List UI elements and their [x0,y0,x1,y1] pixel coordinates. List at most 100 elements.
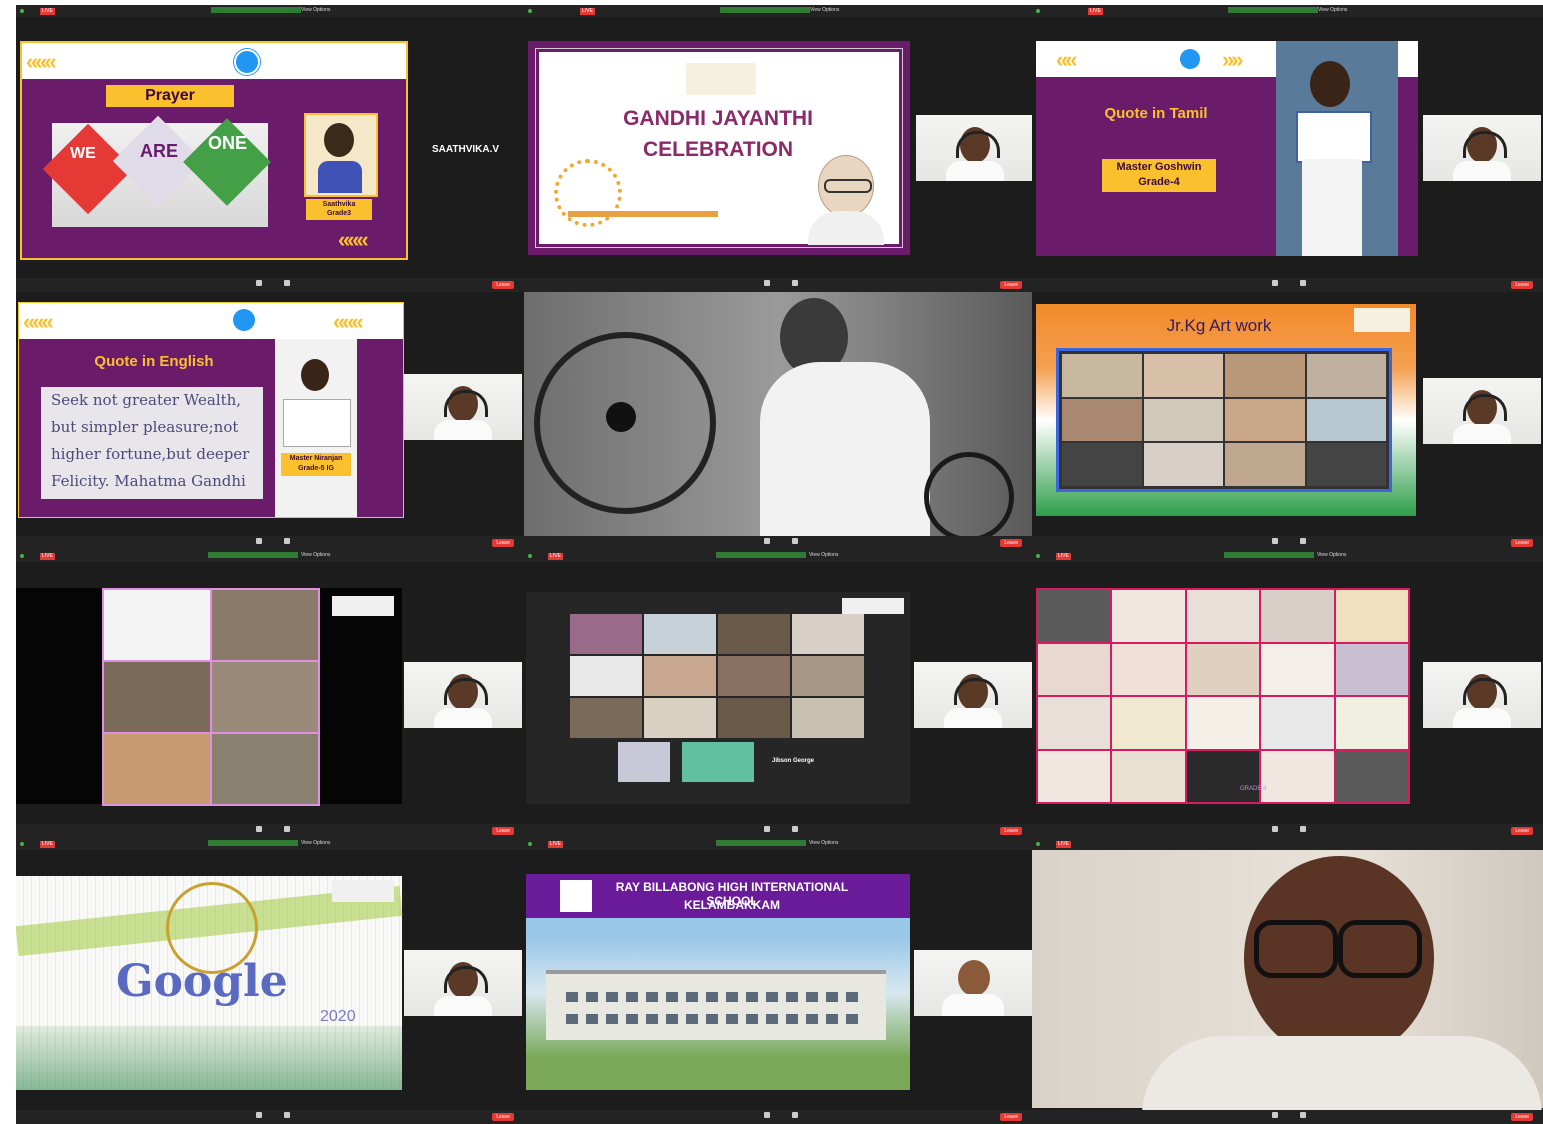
artwork-gallery [1056,348,1392,492]
student-name: Master Goshwin [1116,161,1202,173]
bottom-bar: Leave [16,824,524,838]
bottom-bar: Leave [524,1110,1032,1124]
chevron-right-icon: ««« [338,227,369,252]
student-caption: Master Goshwin Grade-4 [1102,159,1216,192]
participant-collage [102,588,320,806]
top-bar: LIVE View Options [524,550,1032,562]
view-options[interactable]: View Options [1317,552,1346,558]
student-caption: Master Niranjan Grade-5 IG [281,453,351,476]
view-options[interactable]: View Options [301,840,330,846]
bottom-bar: Leave [16,1110,524,1124]
doodle-word: Google [116,956,288,1007]
school-logo [332,596,394,616]
school-logo [1354,308,1410,332]
english-slide: ««« ««« Quote in English Seek not greate… [18,302,404,518]
leave-button[interactable]: Leave [1000,827,1022,835]
view-options[interactable]: View Options [301,552,330,558]
tile-artwork: Jr.Kg Art work Leave [1032,292,1543,550]
participant-camera [404,374,522,440]
tile-school: LIVE View Options RAY BILLABONG HIGH INT… [524,838,1032,1124]
leave-button[interactable]: Leave [1000,281,1022,289]
leave-button[interactable]: Leave [492,1113,514,1121]
participant-camera [914,950,1032,1016]
top-bar: LIVE View Options [524,838,1032,850]
bottom-bar: Leave [524,536,1032,550]
kites-image: WE ARE ONE [42,115,271,227]
tile-gandhi-jayanthi: LIVE View Options GANDHI JAYANTHI CELEBR… [524,5,1032,292]
artwork-slide: Jr.Kg Art work [1036,304,1416,516]
leave-button[interactable]: Leave [1511,827,1533,835]
participant-camera [404,950,522,1016]
tamil-title: Quote in Tamil [1104,105,1208,122]
participant-label: Jibson George [772,758,815,764]
leave-button[interactable]: Leave [1511,539,1533,547]
student-grade: Grade3 [326,210,352,217]
quote-line: Felicity. Mahatma Gandhi [51,472,246,490]
chevron-left-icon: ««« [26,49,57,74]
school-logo [842,598,904,614]
view-options[interactable]: View Options [301,7,330,13]
gandhi-slide: GANDHI JAYANTHI CELEBRATION [528,41,910,255]
school-logo [560,880,592,912]
bottom-bar: Leave [1032,824,1543,838]
view-options[interactable]: View Options [1318,7,1347,13]
view-options[interactable]: View Options [810,7,839,13]
school-logo [233,309,255,331]
tile-gallery-view: LIVE View Options Jibson George Leave [524,550,1032,838]
kite-word-one: ONE [208,133,248,153]
chevron-left-icon: ««« [23,309,54,334]
participant-camera [1423,662,1541,728]
top-bar: LIVE View Options [1032,550,1543,562]
leave-button[interactable]: Leave [492,827,514,835]
english-title: Quote in English [94,353,214,370]
tile-prayer: LIVE View Options ««« Prayer WE ARE ONE … [16,5,524,292]
quote-card: Seek not greater Wealth, but simpler ple… [41,387,263,499]
student-name: Master Niranjan [289,455,343,462]
bottom-bar: Leave [16,536,524,550]
charkha-video [524,292,1032,542]
student-photo [1276,41,1398,256]
view-options[interactable]: View Options [809,552,838,558]
leave-button[interactable]: Leave [492,539,514,547]
live-badge: LIVE [548,553,563,560]
gandhi-title-1: GANDHI JAYANTHI [623,107,813,130]
artwork-title: Jr.Kg Art work [1166,316,1272,335]
leave-button[interactable]: Leave [1511,1113,1533,1121]
chevron-right-icon: ««« [333,309,364,334]
leave-button[interactable]: Leave [1000,1113,1022,1121]
tile-charkha-video: Leave [524,292,1032,550]
participant-camera [1423,115,1541,181]
top-bar: LIVE View Options [16,550,524,562]
participant-collage [1036,588,1410,804]
grade-label: GRADE 4 [1240,786,1267,792]
student-photo [275,339,357,517]
tile-collage-1: LIVE View Options Leave [16,550,524,838]
live-badge: LIVE [548,841,563,848]
tamil-slide: «« »» Quote in Tamil Master Goshwin Grad… [1036,41,1418,256]
tile-collage-2: LIVE View Options GRADE 4 Leave [1032,550,1543,838]
participant-name: SAATHVIKA.V [432,144,500,155]
bottom-bar: Leave [16,278,524,292]
doodle-year: 2020 [320,1008,356,1025]
quote-line: higher fortune,but deeper [51,445,250,463]
chevron-left-icon: «« [1056,47,1078,72]
bottom-bar: Leave [524,824,1032,838]
student-grade: Grade-4 [1138,176,1180,188]
leave-button[interactable]: Leave [1000,539,1022,547]
leave-button[interactable]: Leave [1511,281,1533,289]
leave-button[interactable]: Leave [492,281,514,289]
kite-word-we: WE [70,145,96,162]
school-slide: RAY BILLABONG HIGH INTERNATIONAL SCHOOL … [526,874,910,1090]
live-badge: LIVE [40,841,55,848]
student-photo [304,113,378,197]
participant-camera [1423,378,1541,444]
view-options[interactable]: View Options [809,840,838,846]
bottom-bar: Leave [1032,536,1543,550]
student-grade: Grade-5 IG [298,465,334,472]
live-badge: LIVE [40,8,55,15]
school-logo [332,880,394,902]
live-badge: LIVE [580,8,595,15]
school-location: KELAMBAKKAM [684,898,780,912]
top-bar: LIVE [1032,838,1543,850]
tile-quote-english: ««« ««« Quote in English Seek not greate… [16,292,524,550]
